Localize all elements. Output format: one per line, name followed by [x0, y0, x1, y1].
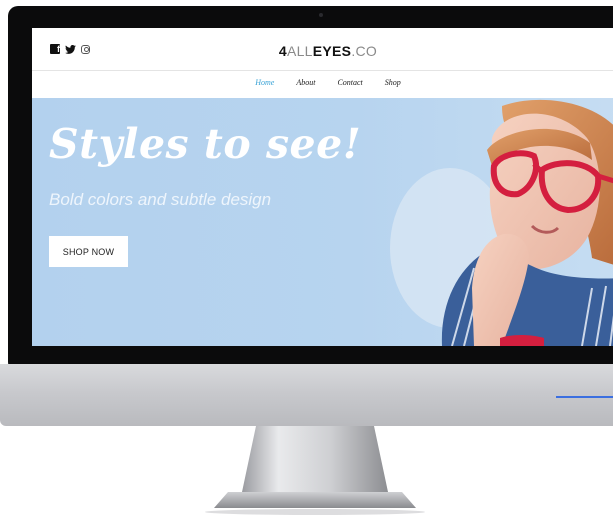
- hero-headline: Styles to see!: [49, 120, 362, 168]
- nav-item-home[interactable]: Home: [255, 78, 274, 87]
- logo-emphasis: EYES: [312, 43, 352, 59]
- logo-middle: ALL: [286, 43, 313, 59]
- nav-item-about[interactable]: About: [296, 78, 315, 87]
- nav-item-shop[interactable]: Shop: [385, 78, 401, 87]
- hero-banner: Styles to see! Bold colors and subtle de…: [32, 98, 613, 346]
- logo-prefix: 4: [278, 43, 287, 59]
- monitor-stand: [205, 426, 425, 515]
- site-logo[interactable]: 4ALLEYES.CO: [32, 43, 613, 59]
- monitor-chin: [0, 364, 613, 426]
- nav-item-contact[interactable]: Contact: [337, 78, 362, 87]
- website-screen: f 4ALLEYES.CO Home About Contact Shop St…: [32, 28, 613, 346]
- logo-suffix: .CO: [351, 43, 378, 59]
- header-divider: [32, 70, 613, 71]
- webcam: [319, 13, 323, 17]
- hero-subline: Bold colors and subtle design: [49, 190, 272, 209]
- site-header: f 4ALLEYES.CO: [32, 28, 613, 72]
- accent-line: [556, 396, 613, 398]
- shop-now-button[interactable]: SHOP NOW: [49, 236, 128, 267]
- model-portrait-image: [390, 99, 613, 346]
- main-nav: Home About Contact Shop: [32, 78, 613, 87]
